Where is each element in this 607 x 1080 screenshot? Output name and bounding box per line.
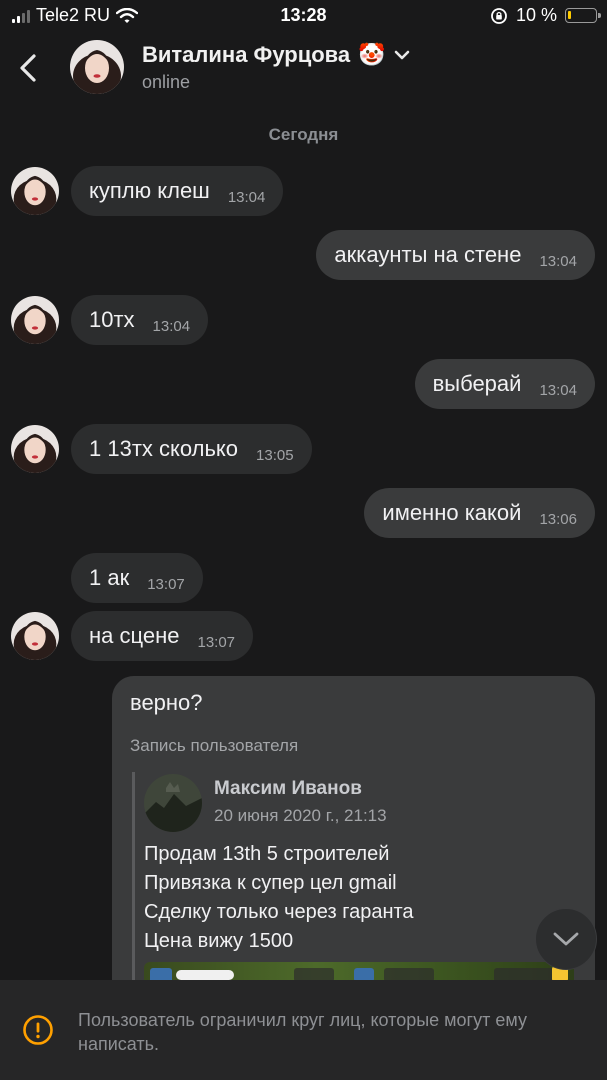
message-text: на сцене [89,623,180,648]
repost-label: Запись пользователя [130,736,299,755]
avatar[interactable] [70,40,124,94]
restriction-notice: Пользователь ограничил круг лиц, которые… [0,980,607,1080]
message-bubble[interactable]: 10тх 13:04 [71,295,209,345]
repost-date: 20 июня 2020 г., 21:13 [214,806,387,825]
battery-icon [565,8,601,23]
message-bubble[interactable]: 1 ак 13:07 [71,553,203,603]
scroll-down-button[interactable] [535,908,597,970]
clown-emoji: 🤡 [358,42,386,67]
message-time: 13:05 [256,446,294,464]
message-bubble[interactable]: аккаунты на стене 13:04 [316,230,595,280]
status-bar: Tele2 RU 13:28 10 % [0,0,607,32]
message-time: 13:06 [539,510,577,528]
message-time: 13:04 [539,381,577,399]
message-time: 13:07 [147,575,185,593]
avatar[interactable] [11,296,59,344]
repost-message[interactable]: верно? Запись пользователя Максим Иванов… [112,676,595,1006]
message-text: аккаунты на стене [334,242,522,267]
message-bubble[interactable]: выберай 13:04 [414,359,595,409]
restriction-text: Пользователь ограничил круг лиц, которые… [78,1010,527,1054]
status-right: 10 % [490,5,601,26]
repost-line: Привязка к супер цел gmail [144,872,397,894]
message-bubble[interactable]: именно какой 13:06 [364,488,595,538]
message-text: именно какой [382,500,522,525]
avatar[interactable] [11,612,59,660]
message-text: 10тх [89,307,135,332]
message-time: 13:04 [152,317,191,335]
rotation-lock-icon [491,7,507,24]
chat-header: Виталина Фурцова 🤡 online [0,32,607,107]
contact-status: online [142,72,191,92]
exclamation-circle-icon [23,1015,53,1045]
message-text: куплю клеш [89,178,210,203]
repost-line: Цена вижу 1500 [144,930,294,952]
message-text: 1 ак [89,565,130,590]
repost-author-avatar[interactable] [144,774,202,832]
repost-line: Продам 13th 5 строителей [144,843,390,865]
message-time: 13:07 [197,633,236,651]
message-time: 13:04 [227,188,266,206]
avatar[interactable] [11,167,59,215]
message-bubble[interactable]: 1 13тх сколько 13:05 [71,424,312,474]
chevron-left-icon[interactable] [14,50,44,86]
repost-line: Сделку только через гаранта [144,901,414,923]
repost-author[interactable]: Максим Иванов [214,778,362,800]
repost-text: Продам 13th 5 строителей Привязка к супе… [144,840,414,956]
repost-divider [132,772,135,1006]
avatar[interactable] [11,425,59,473]
chevron-down-icon [553,932,579,946]
message-bubble[interactable]: на сцене 13:07 [71,611,254,661]
message-text: выберай [432,371,522,396]
chevron-down-icon[interactable] [394,49,410,61]
contact-name-text: Виталина Фурцова [142,42,351,67]
contact-name[interactable]: Виталина Фурцова 🤡 [142,42,410,68]
message-text: 1 13тх сколько [89,436,239,461]
message-time: 13:04 [539,252,577,270]
battery-label: 10 % [515,5,557,25]
date-separator: Сегодня [268,125,339,144]
message-bubble[interactable]: куплю клеш 13:04 [71,166,284,216]
message-text: верно? [130,690,203,715]
